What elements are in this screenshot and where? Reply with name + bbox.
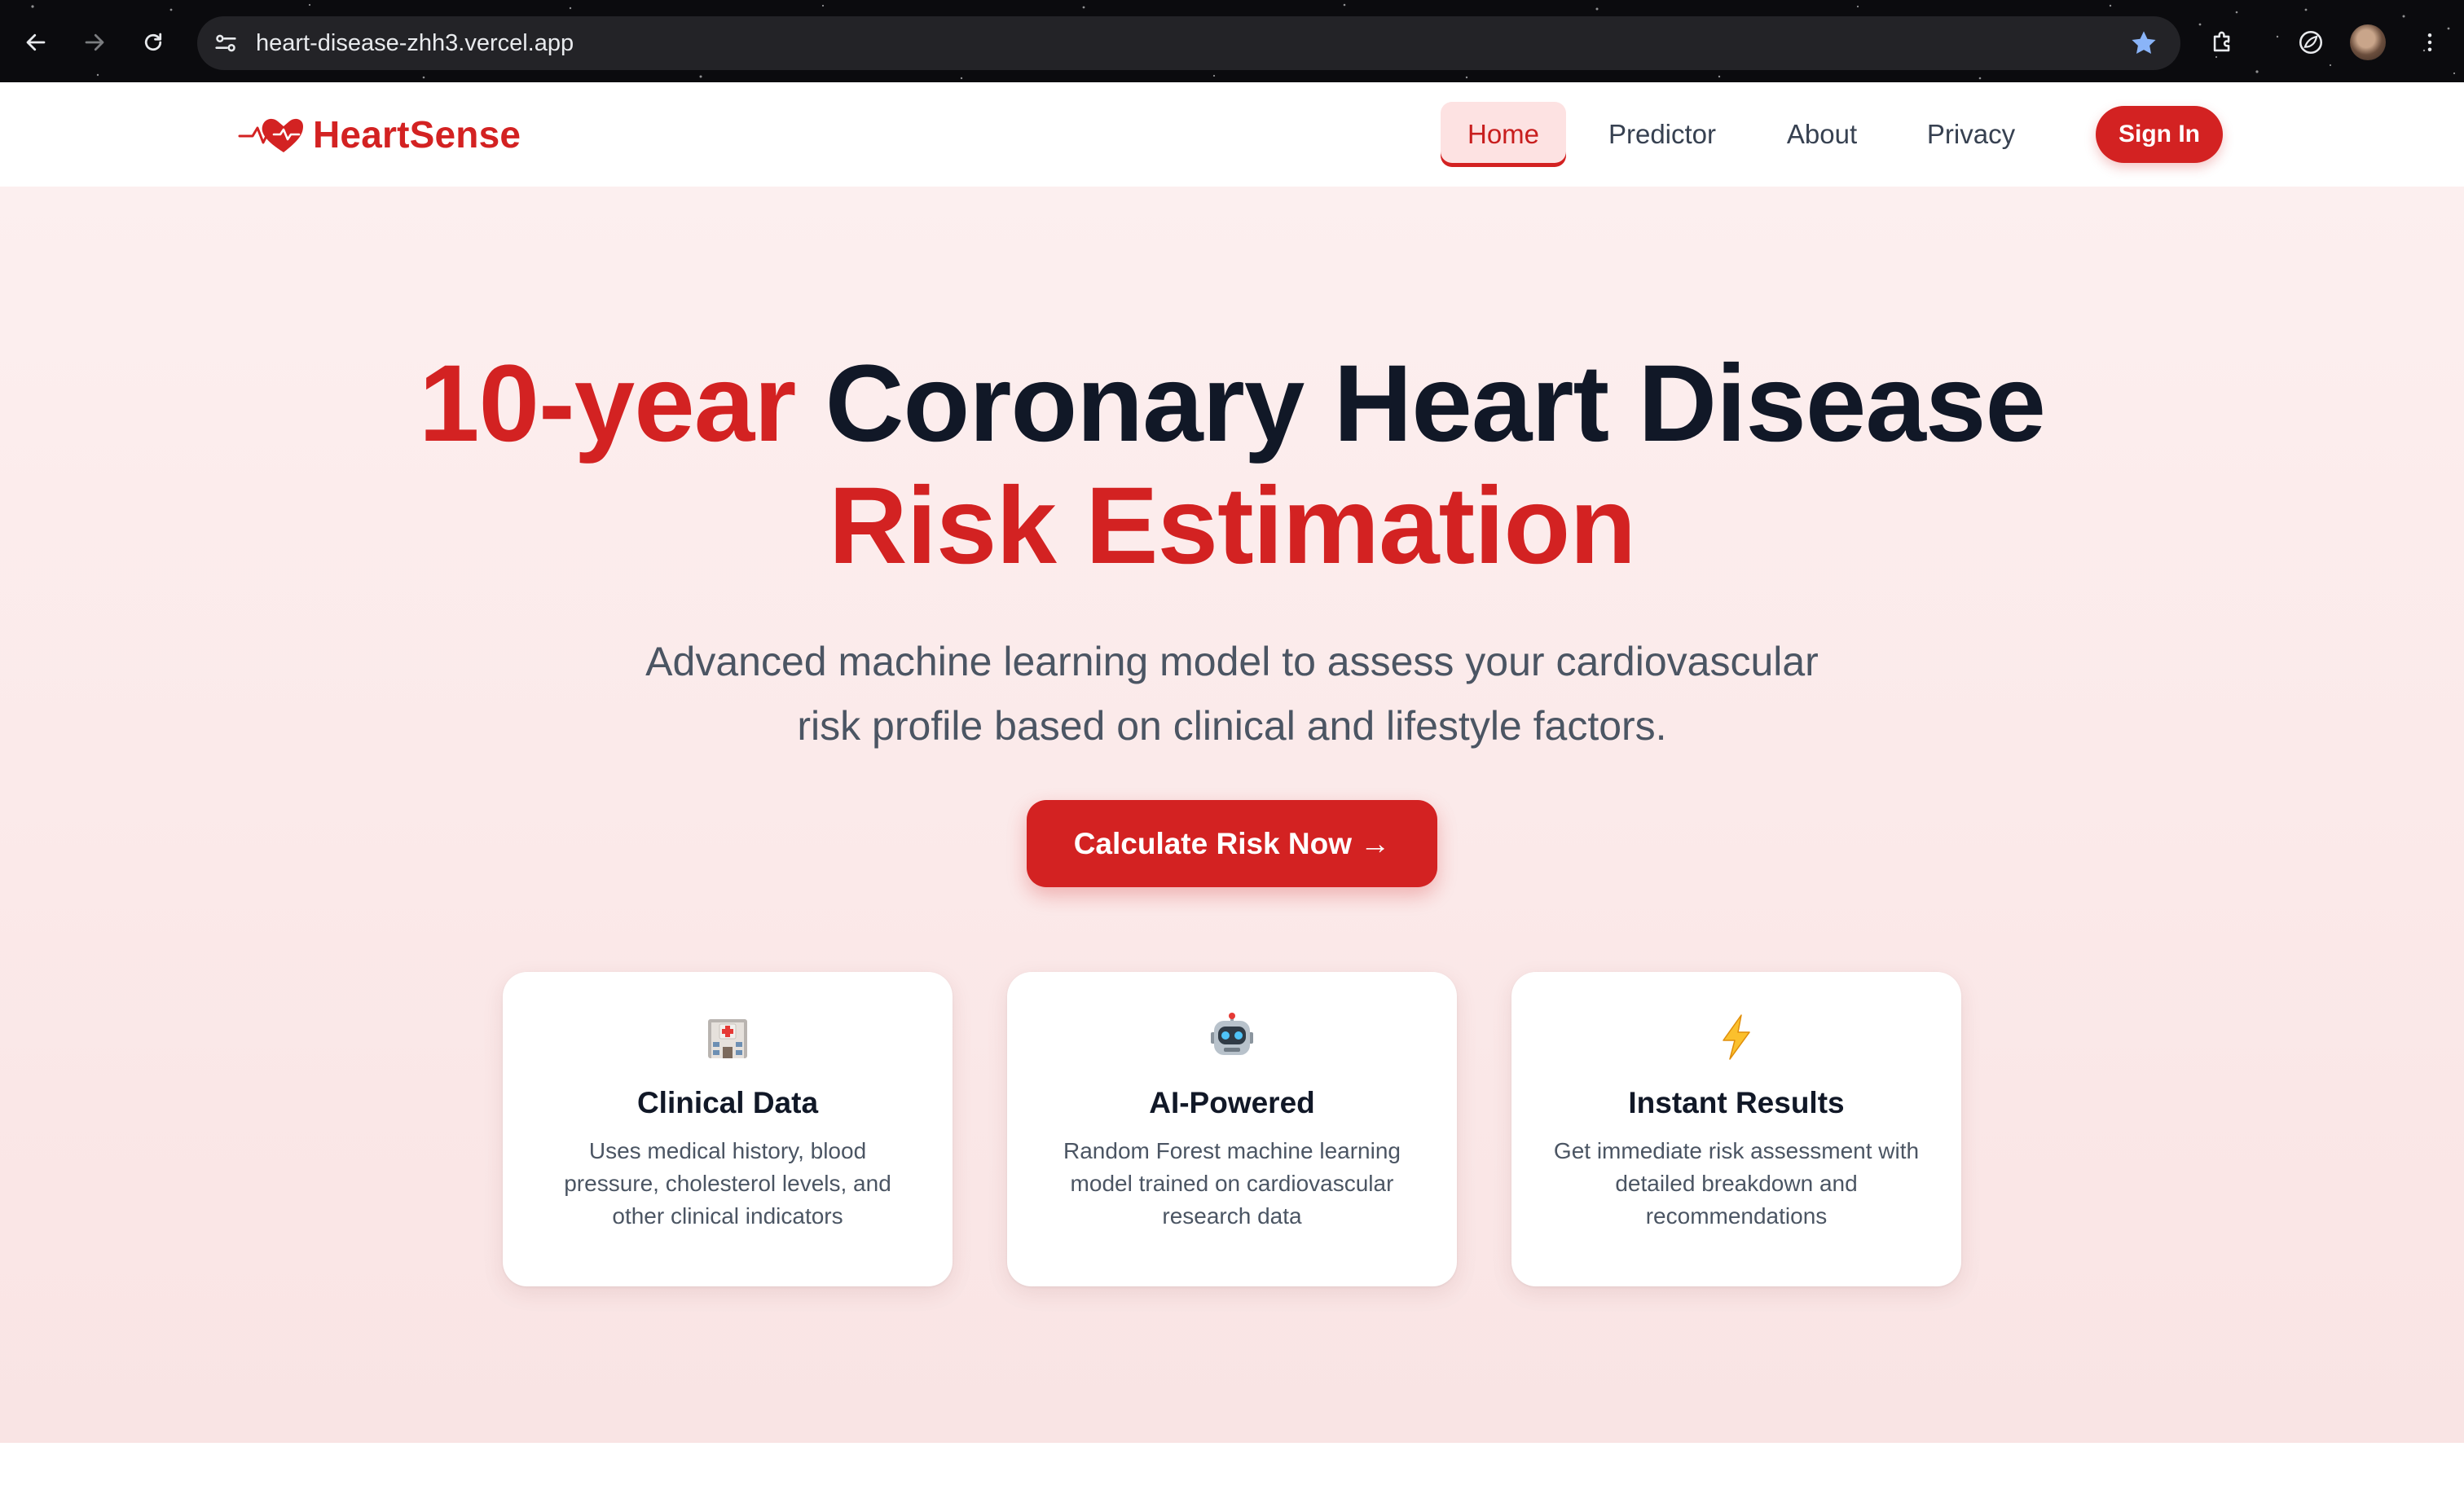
sign-in-button[interactable]: Sign In — [2096, 106, 2223, 163]
hero-title-accent: 10-year — [419, 343, 796, 464]
arrow-left-icon — [26, 33, 46, 51]
nav-home[interactable]: Home — [1441, 102, 1566, 167]
nav-predictor[interactable]: Predictor — [1589, 102, 1736, 167]
extension-leaf-button[interactable] — [2286, 18, 2335, 67]
feature-card-instant: Instant Results Get immediate risk asses… — [1511, 972, 1961, 1286]
leaf-icon — [2299, 30, 2323, 55]
reload-button[interactable] — [129, 18, 178, 67]
arrow-right-icon — [85, 33, 104, 51]
hero-title-line-1: 10-year Coronary Heart Disease — [0, 341, 2464, 466]
bookmark-star-icon[interactable] — [2128, 28, 2159, 59]
url-text[interactable]: heart-disease-zhh3.vercel.app — [256, 16, 574, 70]
browser-menu-button[interactable] — [2405, 18, 2454, 67]
kebab-menu-icon — [2427, 33, 2432, 51]
feature-title: Instant Results — [1628, 1086, 1845, 1119]
heartbeat-logo-icon — [238, 118, 303, 152]
feature-description: Get immediate risk assessment with detai… — [1553, 1138, 1920, 1229]
calculate-risk-button[interactable]: Calculate Risk Now → — [1027, 800, 1437, 887]
hero-title-line-2: Risk Estimation — [828, 465, 1636, 587]
address-bar[interactable]: heart-disease-zhh3.vercel.app — [197, 16, 2180, 70]
hero-subtitle-line-1: Advanced machine learning model to asses… — [645, 639, 1819, 684]
robot-icon — [1211, 1013, 1253, 1055]
site-header: HeartSense Home Predictor About Privacy … — [0, 82, 2464, 187]
hero-subtitle-line-2: risk profile based on clinical and lifes… — [797, 703, 1667, 749]
nav-privacy[interactable]: Privacy — [1905, 102, 2037, 167]
forward-button[interactable] — [70, 18, 119, 67]
nav-about[interactable]: About — [1760, 102, 1884, 167]
lightning-icon — [1723, 1014, 1750, 1060]
hero-title-main: Coronary Heart Disease — [825, 343, 2046, 464]
reload-icon — [144, 33, 162, 51]
hospital-icon — [708, 1019, 747, 1058]
site-settings-icon[interactable] — [212, 29, 240, 57]
back-button[interactable] — [11, 18, 60, 67]
browser-toolbar: heart-disease-zhh3.vercel.app — [0, 0, 2464, 82]
extensions-button[interactable] — [2198, 18, 2247, 67]
puzzle-icon — [2213, 31, 2230, 52]
brand-name: HeartSense — [313, 113, 521, 156]
feature-title: AI-Powered — [1149, 1086, 1315, 1119]
feature-description: Uses medical history, blood pressure, ch… — [564, 1138, 891, 1229]
feature-card-ai: AI-Powered Random Forest machine learnin… — [1007, 972, 1457, 1286]
feature-card-clinical: Clinical Data Uses medical history, bloo… — [503, 972, 953, 1286]
profile-avatar[interactable] — [2350, 24, 2386, 60]
brand-logo[interactable]: HeartSense — [238, 110, 521, 159]
feature-title: Clinical Data — [636, 1086, 819, 1119]
hero-section: 10-year Coronary Heart Disease Risk Esti… — [0, 187, 2464, 1443]
feature-description: Random Forest machine learning model tra… — [1063, 1138, 1401, 1229]
